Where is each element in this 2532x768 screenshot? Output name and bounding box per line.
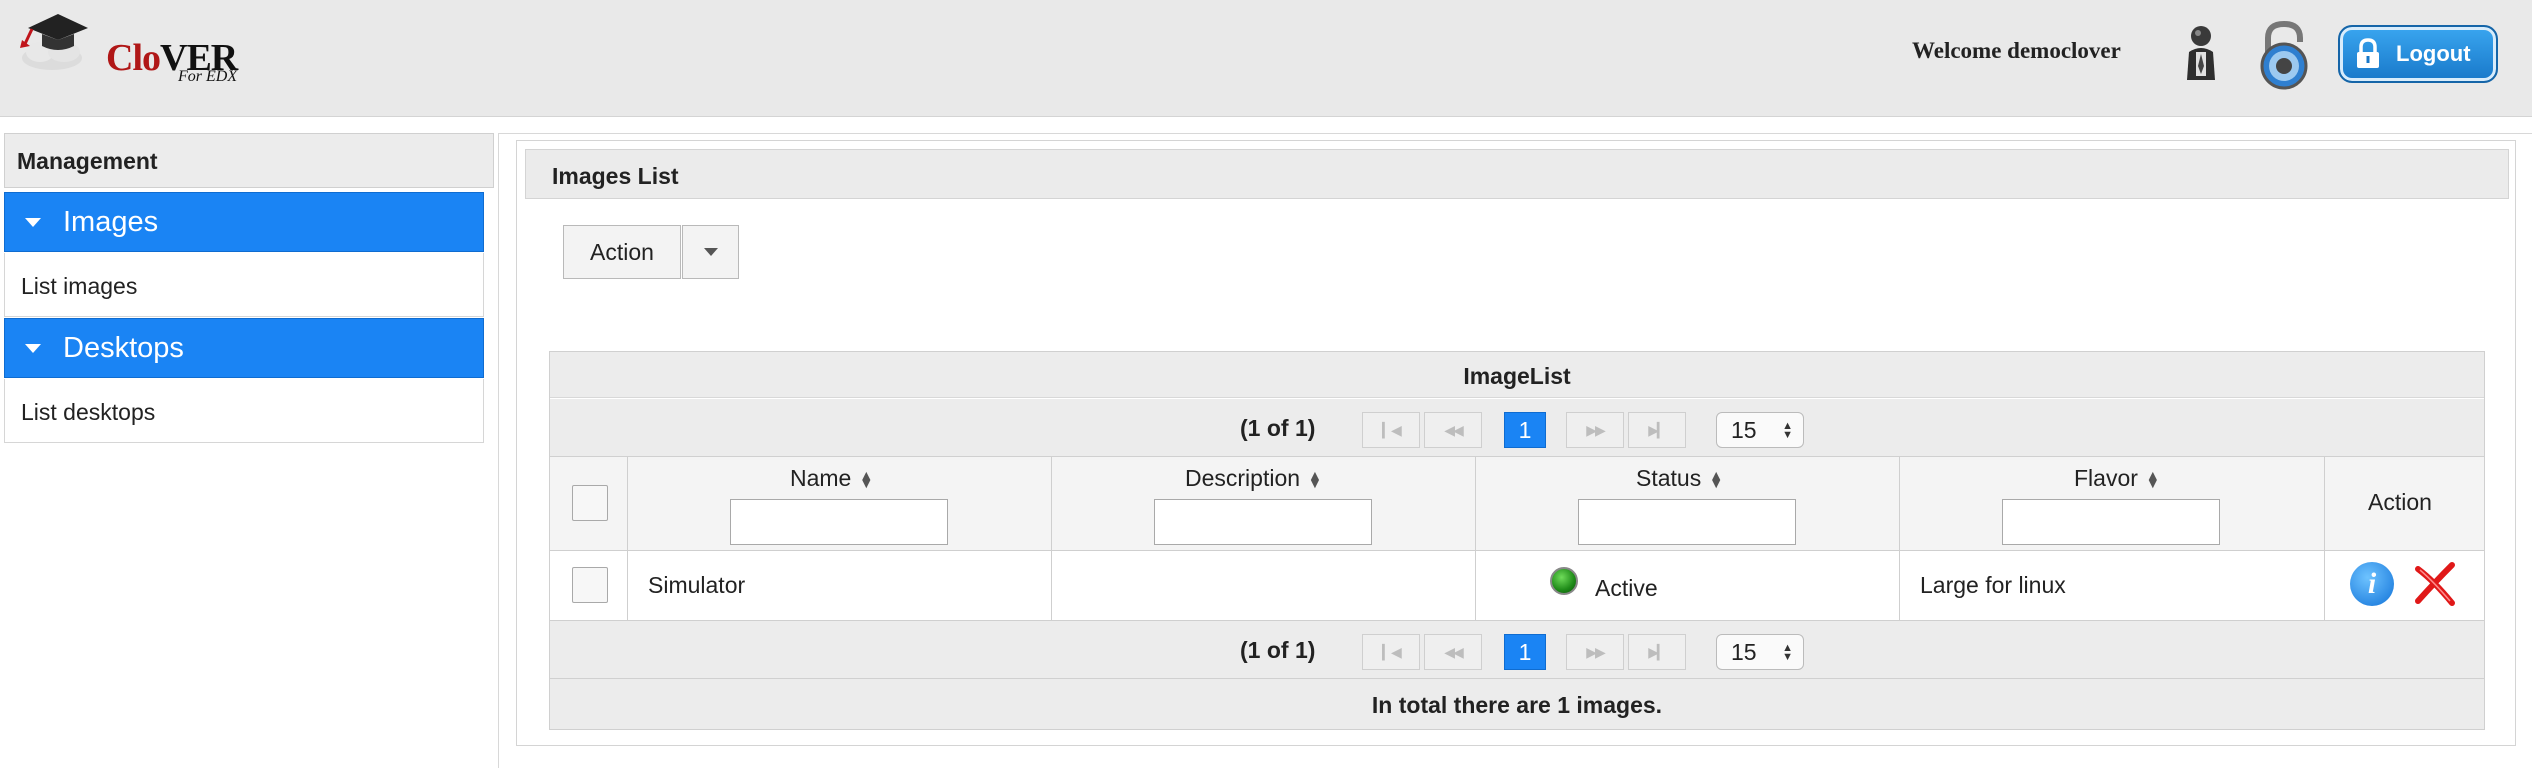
paginator-bottom: (1 of 1) ▎◀ ◀◀ 1 ▶▶ ▶▎ 15 ▲ ▼ bbox=[550, 621, 2484, 679]
action-dropdown-toggle[interactable] bbox=[682, 225, 739, 279]
column-label: Action bbox=[2368, 489, 2432, 515]
table-header-row: Name ▲ ▼ Description ▲ ▼ Status ▲ ▼ Flavor … bbox=[550, 457, 2484, 551]
sort-icon: ▲ ▼ bbox=[1709, 466, 1724, 491]
select-all-checkbox[interactable] bbox=[572, 485, 608, 521]
select-arrows-icon: ▲ ▼ bbox=[1782, 642, 1793, 663]
page-number-button[interactable]: 1 bbox=[1504, 412, 1546, 448]
description-filter-input[interactable] bbox=[1154, 499, 1372, 545]
next-page-button[interactable]: ▶▶ bbox=[1566, 634, 1624, 670]
sort-icon: ▲ ▼ bbox=[2145, 466, 2160, 491]
name-filter-input[interactable] bbox=[730, 499, 948, 545]
caret-down-icon bbox=[25, 343, 41, 353]
logout-button[interactable]: Logout bbox=[2338, 25, 2498, 83]
panel-title: Images List bbox=[525, 149, 2509, 199]
column-label: Flavor bbox=[2074, 465, 2138, 491]
clover-logo[interactable]: CloVER For EDX bbox=[18, 6, 268, 86]
graduation-cap-icon bbox=[20, 14, 88, 70]
select-arrows-icon: ▲ ▼ bbox=[1782, 420, 1793, 441]
sidebar-group-label: Images bbox=[63, 205, 159, 238]
page-number-button[interactable]: 1 bbox=[1504, 634, 1546, 670]
sidebar-group-desktops[interactable]: Desktops bbox=[4, 318, 484, 378]
column-header-description[interactable]: Description ▲ ▼ bbox=[1185, 465, 1322, 492]
sort-icon: ▲ ▼ bbox=[1308, 466, 1322, 491]
table-footer-summary: In total there are 1 images. bbox=[550, 679, 2484, 729]
flavor-filter-input[interactable] bbox=[2002, 499, 2220, 545]
column-label: Status bbox=[1636, 465, 1702, 491]
column-label: Name bbox=[790, 465, 852, 491]
sidebar-title: Management bbox=[4, 133, 494, 188]
column-divider bbox=[2324, 551, 2325, 620]
column-divider bbox=[1475, 457, 1476, 550]
rows-per-page-select[interactable]: 15 ▲ ▼ bbox=[1716, 634, 1804, 670]
cell-flavor: Large for linux bbox=[1920, 572, 2066, 598]
user-icon[interactable] bbox=[2180, 22, 2222, 82]
column-header-status[interactable]: Status ▲ ▼ bbox=[1636, 465, 1723, 492]
chevron-down-icon bbox=[703, 248, 718, 256]
table-row[interactable]: Simulator Active Large for linux i bbox=[550, 551, 2484, 621]
sidebar-item-list-images[interactable]: List images bbox=[4, 253, 484, 317]
sidebar-group-label: Desktops bbox=[63, 331, 184, 364]
row-checkbox[interactable] bbox=[572, 567, 608, 603]
image-list-table: ImageList (1 of 1) ▎◀ ◀◀ 1 ▶▶ ▶▎ 15 ▲ ▼ N… bbox=[549, 351, 2485, 730]
rows-per-page-value: 15 bbox=[1731, 639, 1757, 665]
action-button[interactable]: Action bbox=[563, 225, 681, 279]
images-list-panel: Images List Action ImageList (1 of 1) ▎◀… bbox=[516, 140, 2516, 746]
column-divider bbox=[1899, 551, 1900, 620]
prev-page-button[interactable]: ◀◀ bbox=[1424, 412, 1482, 448]
sidebar-group-images[interactable]: Images bbox=[4, 192, 484, 252]
table-caption: ImageList bbox=[550, 352, 2484, 398]
lock-icon bbox=[2357, 38, 2379, 68]
column-header-flavor[interactable]: Flavor ▲ ▼ bbox=[2074, 465, 2160, 492]
column-header-action: Action bbox=[2368, 489, 2432, 516]
welcome-text: Welcome democlover bbox=[1912, 38, 2121, 63]
logo-subtitle: For EDX bbox=[178, 68, 238, 85]
last-page-button[interactable]: ▶▎ bbox=[1628, 412, 1686, 448]
change-password-lock-icon[interactable] bbox=[2254, 18, 2314, 90]
app-header: CloVER For EDX Welcome democlover Logout bbox=[0, 0, 2532, 117]
column-divider bbox=[1051, 551, 1052, 620]
logo-clo: Clo bbox=[106, 37, 161, 79]
column-divider bbox=[627, 457, 628, 550]
paginator-top: (1 of 1) ▎◀ ◀◀ 1 ▶▶ ▶▎ 15 ▲ ▼ bbox=[550, 399, 2484, 457]
column-divider bbox=[627, 551, 628, 620]
status-indicator-icon bbox=[1550, 567, 1578, 595]
first-page-button[interactable]: ▎◀ bbox=[1362, 634, 1420, 670]
last-page-button[interactable]: ▶▎ bbox=[1628, 634, 1686, 670]
column-label: Description bbox=[1185, 465, 1301, 491]
rows-per-page-value: 15 bbox=[1731, 417, 1757, 443]
column-divider bbox=[1475, 551, 1476, 620]
cell-status: Active bbox=[1595, 575, 1658, 601]
info-icon[interactable]: i bbox=[2350, 562, 2394, 606]
column-divider bbox=[2324, 457, 2325, 550]
sort-icon: ▲ ▼ bbox=[859, 466, 874, 491]
next-page-button[interactable]: ▶▶ bbox=[1566, 412, 1624, 448]
column-divider bbox=[1051, 457, 1052, 550]
sidebar-item-list-desktops[interactable]: List desktops bbox=[4, 379, 484, 443]
cell-name: Simulator bbox=[648, 572, 746, 598]
rows-per-page-select[interactable]: 15 ▲ ▼ bbox=[1716, 412, 1804, 448]
first-page-button[interactable]: ▎◀ bbox=[1362, 412, 1420, 448]
column-divider bbox=[1899, 457, 1900, 550]
status-filter-input[interactable] bbox=[1578, 499, 1796, 545]
page-report: (1 of 1) bbox=[1240, 415, 1316, 441]
prev-page-button[interactable]: ◀◀ bbox=[1424, 634, 1482, 670]
logout-label: Logout bbox=[2396, 41, 2471, 66]
page-report: (1 of 1) bbox=[1240, 637, 1316, 663]
sidebar: Management Images List images Desktops L… bbox=[4, 133, 494, 445]
delete-icon[interactable] bbox=[2412, 561, 2458, 607]
caret-down-icon bbox=[25, 217, 41, 227]
column-header-name[interactable]: Name ▲ ▼ bbox=[790, 465, 873, 492]
